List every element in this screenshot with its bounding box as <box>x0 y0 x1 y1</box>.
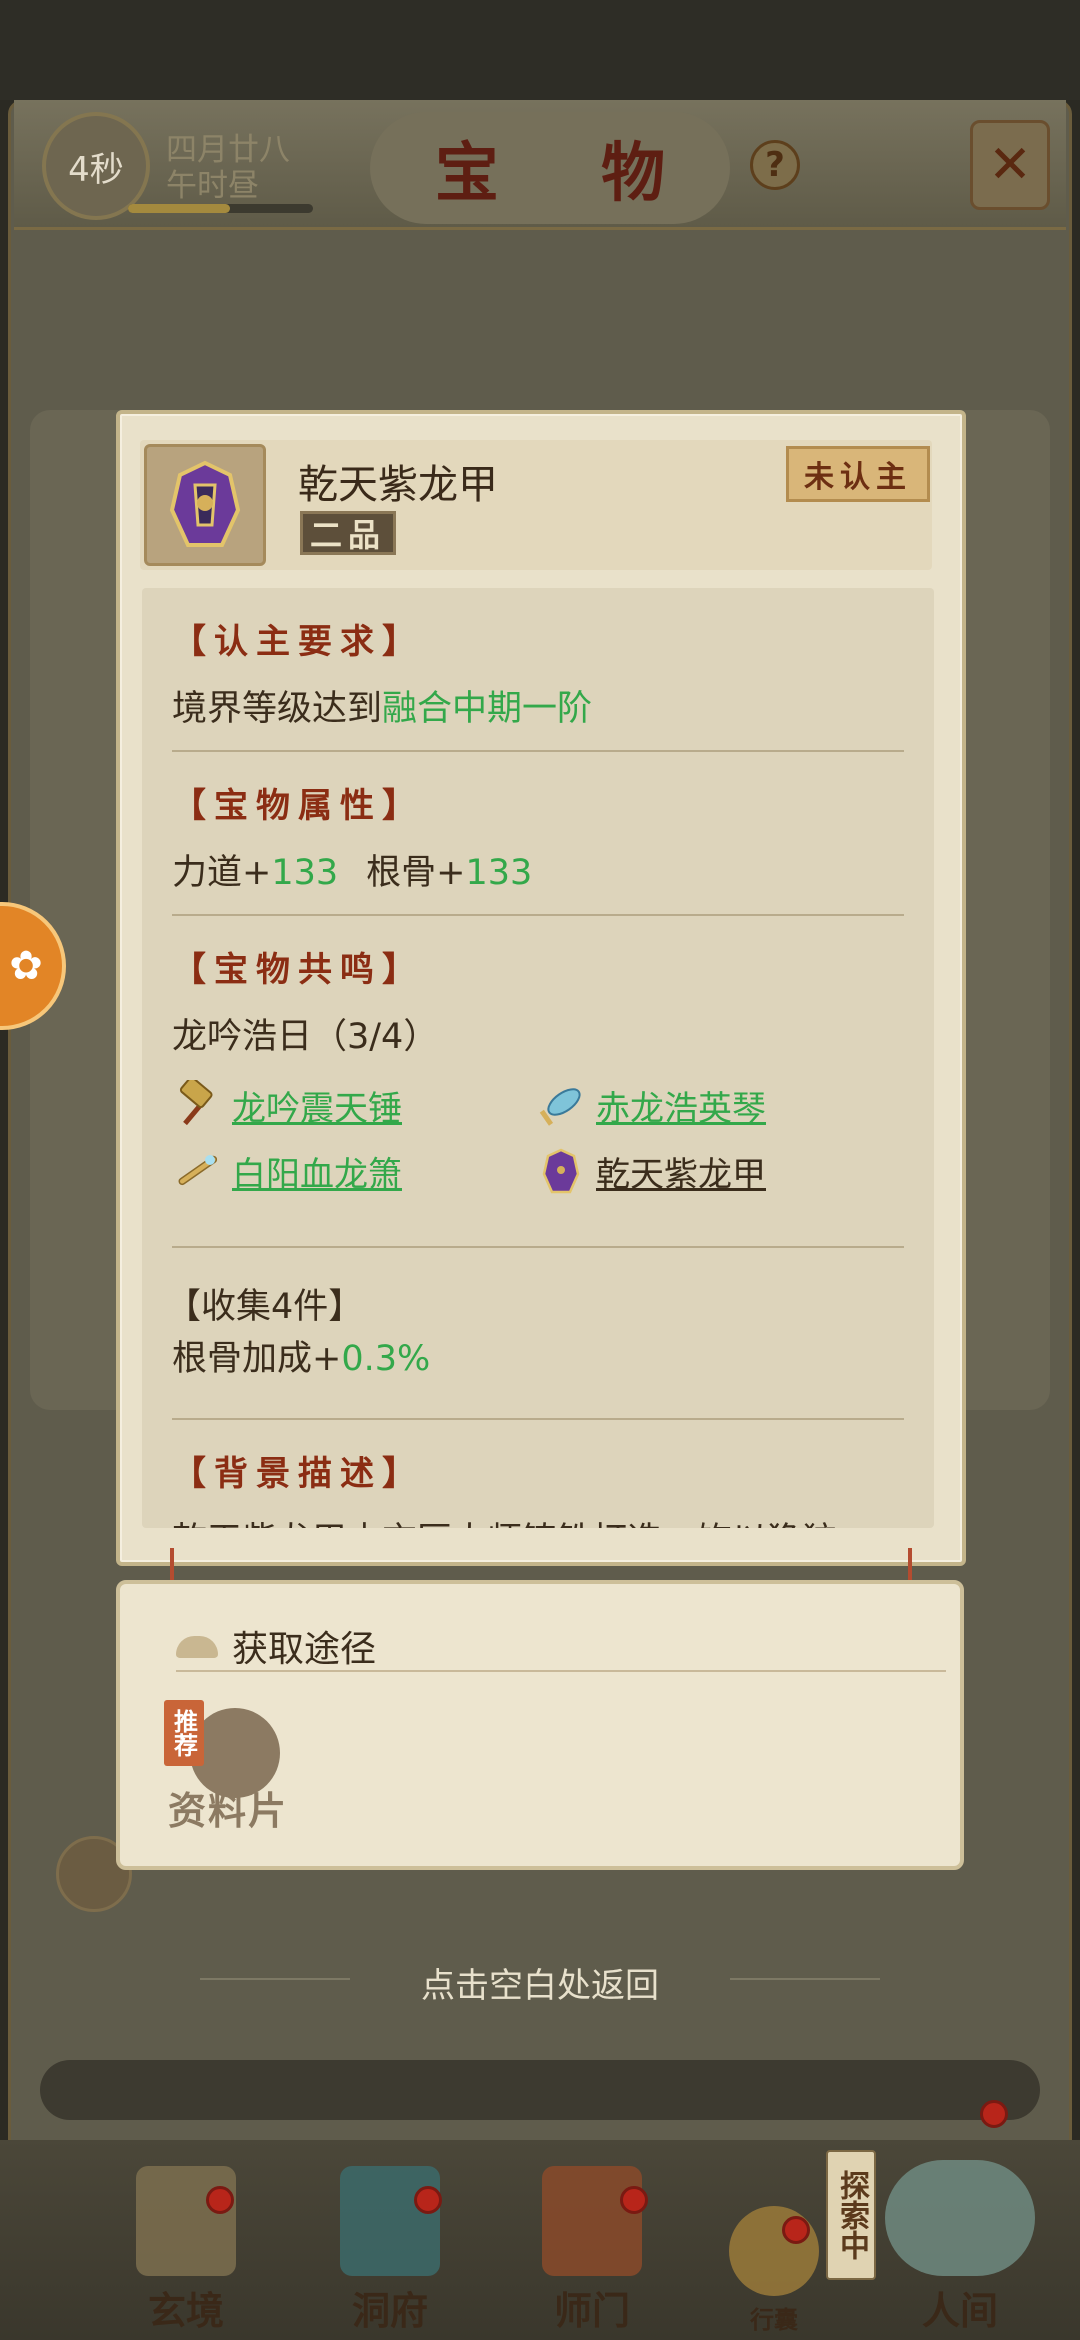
exploring-tag: 探索中 <box>826 2150 876 2280</box>
hammer-icon <box>170 1078 224 1132</box>
nav-label: 行囊 <box>750 2305 798 2334</box>
background-text: 乾天紫龙甲由玄匠大师铸铁打造，饰以狰狞 <box>172 1512 837 1528</box>
divider <box>172 1246 904 1248</box>
divider <box>172 750 904 752</box>
gamepad-icon: ✿ <box>9 943 43 989</box>
item-name: 乾天紫龙甲 <box>298 462 498 508</box>
status-bar-area <box>0 0 1080 100</box>
notification-dot <box>206 2186 234 2214</box>
attributes-title: 【宝物属性】 <box>172 786 424 826</box>
notification-dot <box>620 2186 648 2214</box>
item-detail-content[interactable]: 【认主要求】 境界等级达到融合中期一阶 【宝物属性】 力道+133 根骨+133 … <box>142 588 934 1528</box>
source-title: 获取途径 <box>232 1629 377 1670</box>
close-icon: ✕ <box>988 135 1032 195</box>
time-progress-bar <box>128 204 313 213</box>
return-hint[interactable]: 点击空白处返回 <box>0 1958 1080 2007</box>
set-item-1[interactable]: 龙吟震天锤 <box>170 1078 402 1132</box>
bottom-bar <box>40 2060 1040 2120</box>
close-button[interactable]: ✕ <box>970 120 1050 210</box>
nav-label: 人间 <box>921 2288 998 2333</box>
landscape-icon <box>885 2160 1035 2276</box>
set-item-4[interactable]: 乾天紫龙甲 <box>534 1144 766 1198</box>
notification-dot <box>414 2186 442 2214</box>
divider <box>176 1670 946 1672</box>
divider <box>172 1418 904 1420</box>
nav-renjian[interactable]: 人间 <box>860 2160 1060 2335</box>
set-item-link[interactable]: 赤龙浩英琴 <box>596 1081 766 1130</box>
set-item-3[interactable]: 白阳血龙箫 <box>170 1144 402 1198</box>
requirement-title: 【认主要求】 <box>172 622 424 662</box>
resonance-title: 【宝物共鸣】 <box>172 950 424 990</box>
banner-icon <box>542 2166 642 2276</box>
armor-icon <box>534 1144 588 1198</box>
nav-label: 师门 <box>553 2288 630 2333</box>
bind-status-badge: 未认主 <box>786 446 930 502</box>
background-title: 【背景描述】 <box>172 1454 424 1494</box>
nav-xuanjing[interactable]: 玄境 <box>106 2160 266 2335</box>
nav-label: 洞府 <box>351 2288 428 2333</box>
flute-icon <box>170 1144 224 1198</box>
notification-dot <box>980 2100 1008 2128</box>
purple-dragon-armor-icon <box>144 444 266 566</box>
set-item-link[interactable]: 白阳血龙箫 <box>232 1147 402 1196</box>
zither-icon <box>534 1078 588 1132</box>
set-item-2[interactable]: 赤龙浩英琴 <box>534 1078 766 1132</box>
title-plaque: 宝 物 <box>370 112 730 224</box>
realm-requirement: 融合中期一阶 <box>382 689 593 729</box>
collect-bonus: 根骨加成+0.3% <box>172 1339 431 1379</box>
requirement-text: 境界等级达到融合中期一阶 <box>172 689 593 729</box>
set-name: 龙吟浩日（3/4） <box>172 1017 439 1057</box>
nav-dongfu[interactable]: 洞府 <box>310 2160 470 2335</box>
set-item-link[interactable]: 龙吟震天锤 <box>232 1081 402 1130</box>
page-title: 宝 物 <box>434 136 706 211</box>
scroll-icon <box>136 2166 236 2276</box>
recommend-tag: 推荐 <box>164 1700 204 1766</box>
divider <box>172 914 904 916</box>
source-item-label: 资料片 <box>168 1788 289 1833</box>
collect-title: 【收集4件】 <box>166 1287 364 1327</box>
notification-dot <box>782 2216 810 2244</box>
help-button[interactable]: ? <box>750 140 800 190</box>
attributes-text: 力道+133 根骨+133 <box>172 853 533 893</box>
nav-shimen[interactable]: 师门 <box>512 2160 672 2335</box>
nav-label: 玄境 <box>147 2288 224 2333</box>
time-text: 午时昼 <box>166 168 259 204</box>
set-item-link-owned[interactable]: 乾天紫龙甲 <box>596 1147 766 1196</box>
grade-badge: 二品 <box>300 511 396 555</box>
pavilion-icon <box>340 2166 440 2276</box>
time-progress-fill <box>128 204 230 213</box>
